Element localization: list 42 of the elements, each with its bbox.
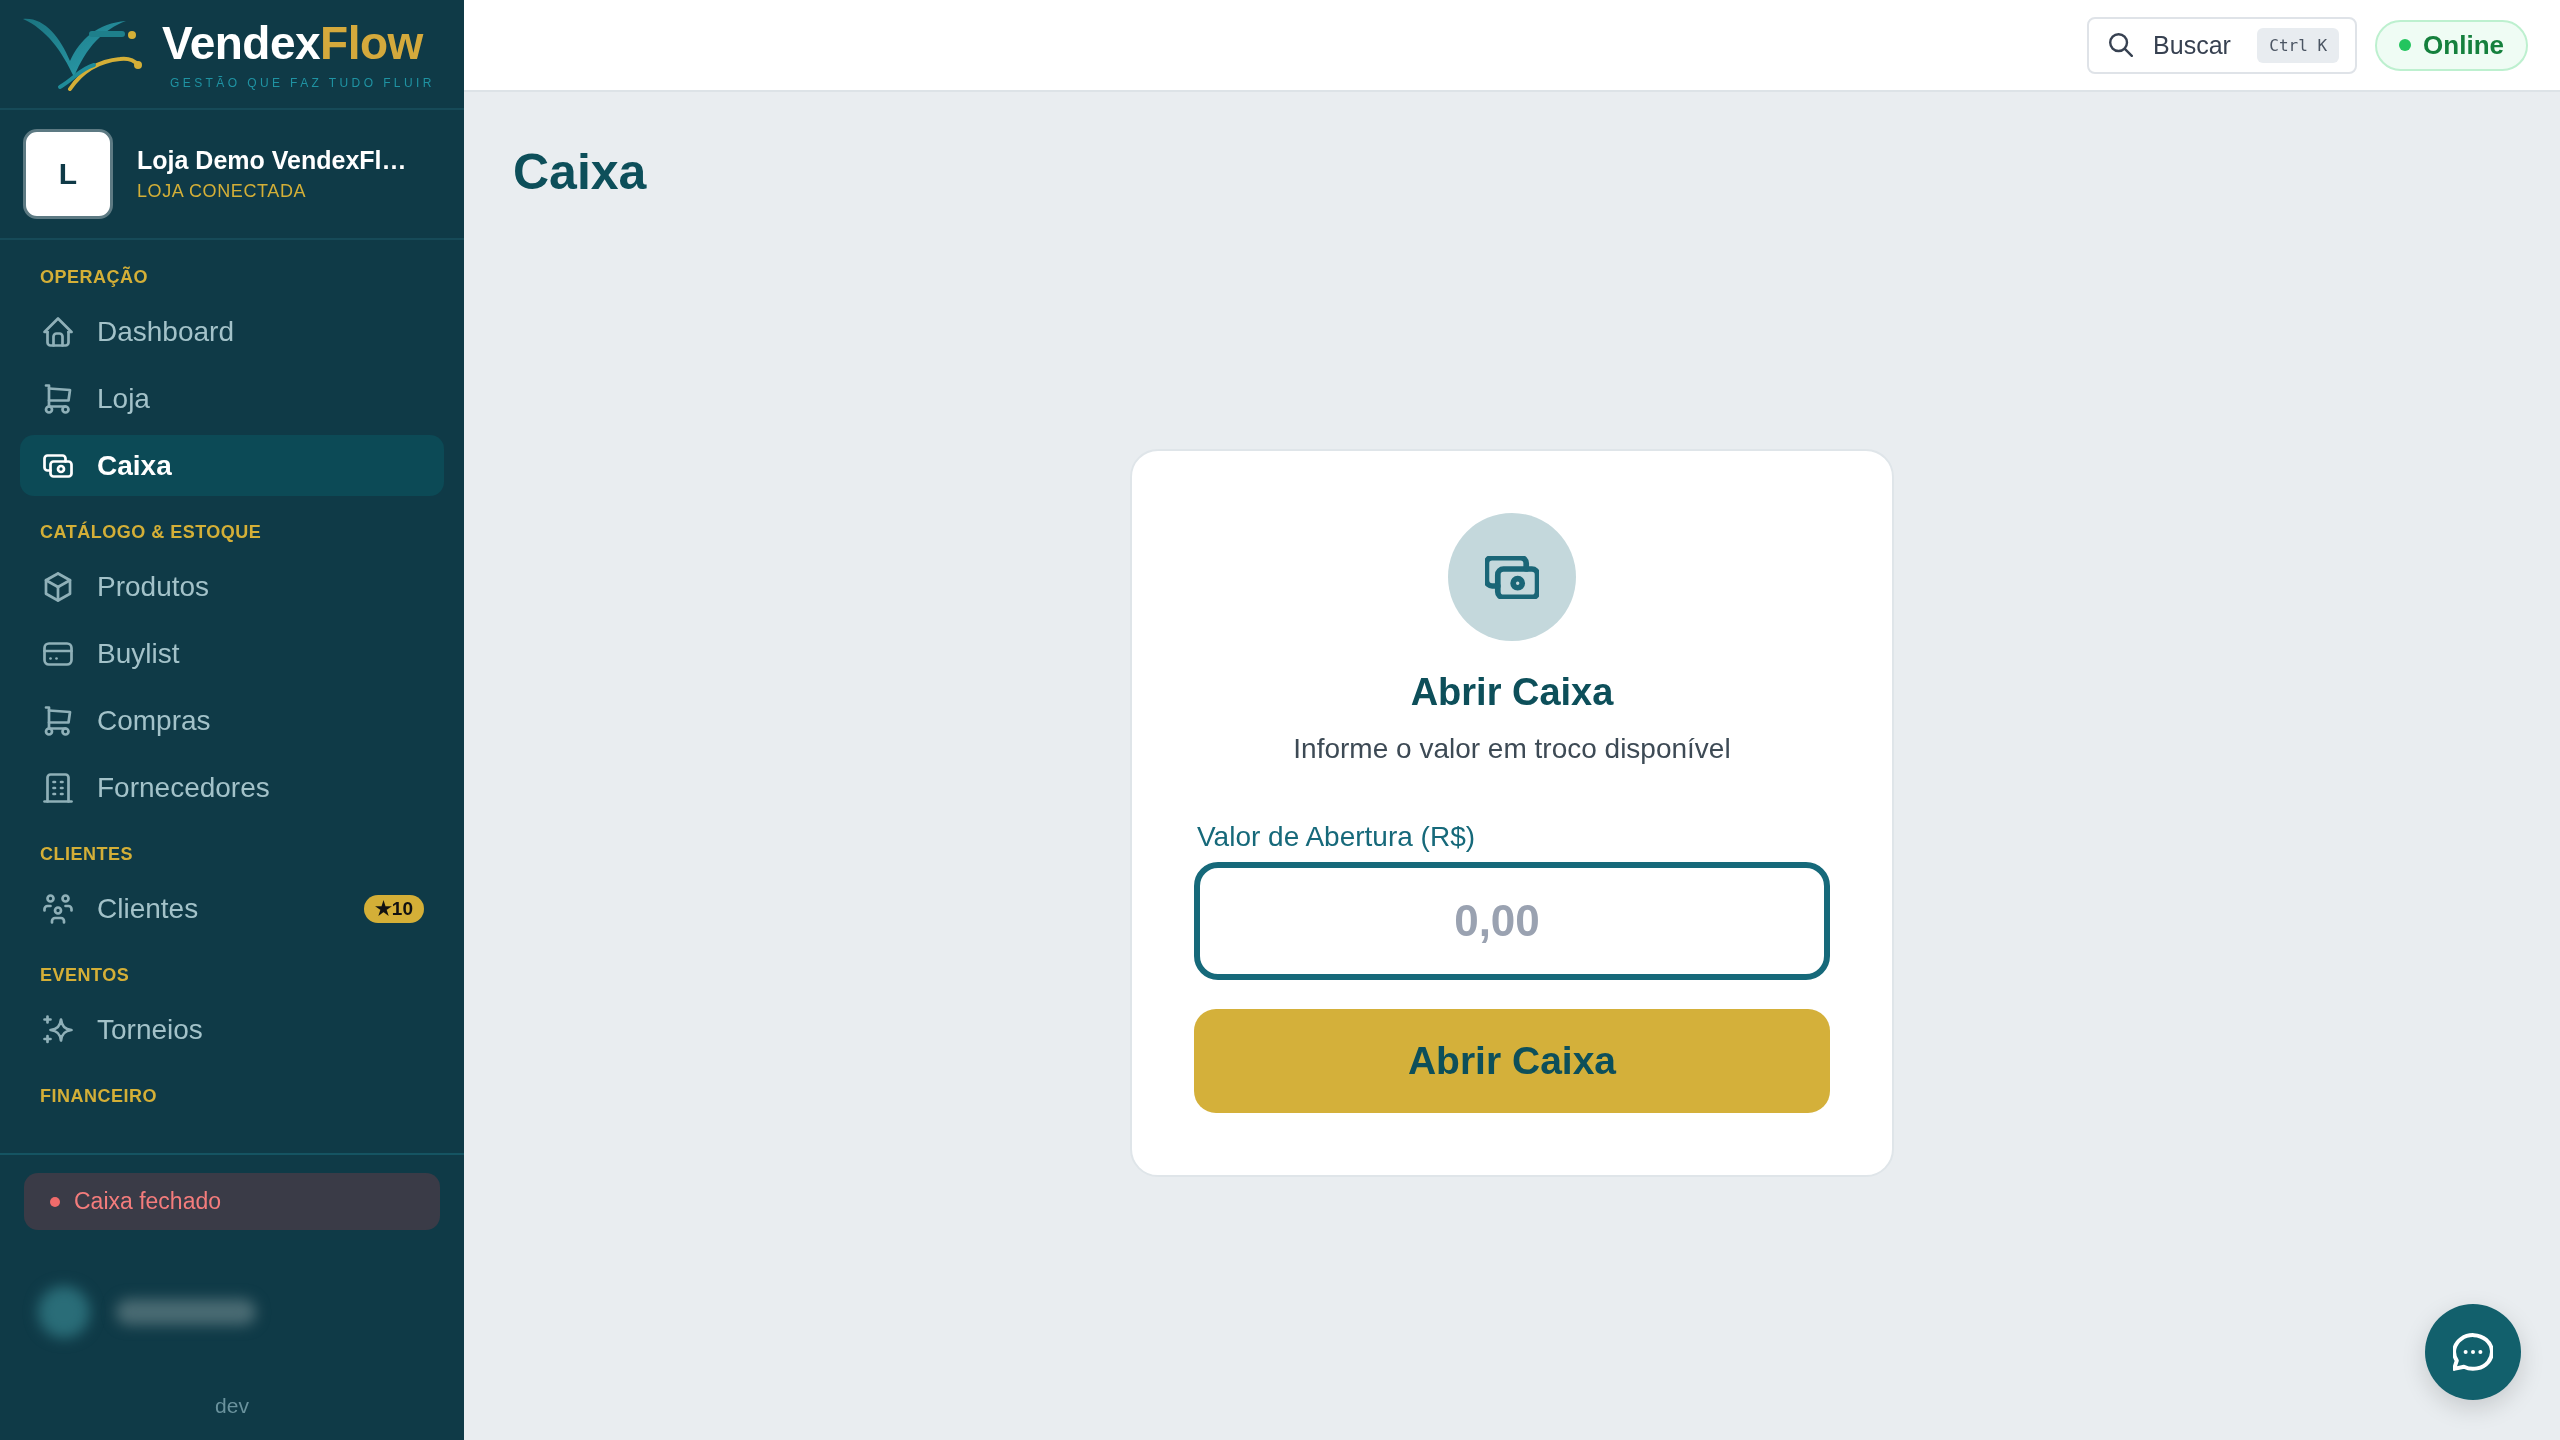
sidebar-item[interactable]: Fornecedores (20, 757, 444, 818)
blurred-avatar (38, 1286, 90, 1338)
search-button[interactable]: Buscar Ctrl K (2087, 16, 2358, 74)
open-register-button[interactable]: Abrir Caixa (1194, 1009, 1830, 1113)
swoosh-logo-icon (22, 17, 142, 91)
section-heading: FINANCEIRO (40, 1085, 157, 1107)
building-icon (43, 772, 73, 803)
section-heading: EVENTOS (40, 964, 130, 986)
sidebar-item[interactable]: Loja (20, 368, 444, 429)
sidebar-item[interactable]: Compras (20, 690, 444, 751)
sidebar-item[interactable]: Produtos (20, 556, 444, 617)
section-heading: CATÁLOGO & ESTOQUE (40, 521, 262, 543)
sparkles-icon (43, 1014, 73, 1045)
card-subtitle: Informe o valor em troco disponível (1293, 732, 1731, 766)
connection-label: Online (2423, 29, 2504, 61)
card-title: Abrir Caixa (1410, 670, 1614, 715)
section-heading: CLIENTES (40, 843, 133, 865)
count-badge: ★10 (363, 894, 424, 923)
brand-name: VendexFlow (162, 18, 423, 68)
cube-icon (43, 571, 73, 602)
search-icon (2109, 33, 2134, 57)
shortcut-key: Ctrl K (2257, 27, 2340, 63)
sidebar-item[interactable]: Clientes ★10 (20, 878, 444, 939)
opening-amount-field[interactable]: 0,00 (1194, 862, 1830, 980)
chat-icon (2453, 1333, 2493, 1371)
cash-status-label: Caixa fechado (74, 1188, 222, 1215)
home-icon (43, 316, 73, 347)
environment-label: dev (215, 1394, 249, 1418)
cart-icon (43, 705, 73, 736)
sidebar-item[interactable]: Caixa (20, 435, 444, 496)
store-avatar: L (23, 129, 113, 219)
sidebar-item[interactable]: Buylist (20, 623, 444, 684)
section-heading: OPERAÇÃO (40, 266, 148, 288)
field-label: Valor de Abertura (R$) (1197, 820, 1476, 854)
page-title: Caixa (513, 144, 647, 200)
store-status: LOJA CONECTADA (137, 181, 307, 202)
brand-tagline: GESTÃO QUE FAZ TUDO FLUIR (170, 76, 435, 90)
users-icon (43, 893, 73, 924)
cart-icon (43, 383, 73, 414)
sidebar-item[interactable]: Dashboard (20, 301, 444, 362)
sidebar-item[interactable]: Torneios (20, 999, 444, 1060)
store-name: Loja Demo VendexFl… (137, 146, 407, 175)
